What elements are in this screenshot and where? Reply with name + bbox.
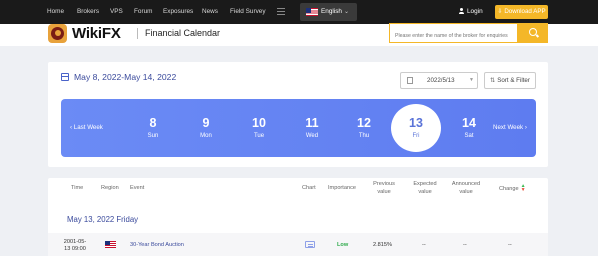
- day-mon[interactable]: 9 Mon: [189, 99, 223, 157]
- next-week-button[interactable]: Next Week ›: [493, 99, 527, 157]
- week-strip: ‹ Last Week 8 Sun 9 Mon 10 Tue 11 Wed 12…: [61, 99, 536, 157]
- us-flag-icon: [105, 241, 116, 248]
- day-number: 14: [462, 116, 476, 130]
- date-picker-value: 2022/5/13: [427, 77, 455, 84]
- day-of-week: Mon: [200, 133, 212, 139]
- header-previous: Previous value: [369, 180, 399, 196]
- nav-exposures[interactable]: Exposures: [163, 0, 193, 24]
- day-tue[interactable]: 10 Tue: [242, 99, 276, 157]
- nav-vps[interactable]: VPS: [110, 0, 123, 24]
- sort-filter-label: Sort & Filter: [497, 77, 530, 84]
- header-change[interactable]: Change ▲ ▼: [499, 184, 526, 193]
- day-of-week: Thu: [358, 133, 370, 139]
- events-table: Time Region Event Chart Importance Previ…: [48, 178, 548, 256]
- sort-arrows-icon: ▲ ▼: [520, 183, 526, 193]
- brand-bar: WikiFX Financial Calendar: [0, 23, 598, 46]
- header-change-label: Change: [499, 186, 519, 192]
- day-number: 9: [202, 116, 210, 130]
- calendar-card: May 8, 2022-May 14, 2022 2022/5/13 ▼ ⇅ So…: [48, 62, 548, 167]
- day-of-week: Fri: [412, 133, 420, 139]
- header-region: Region: [101, 185, 119, 191]
- nav-forum[interactable]: Forum: [134, 0, 152, 24]
- wikifx-logo-icon[interactable]: [48, 24, 67, 43]
- header-expected-line2: value: [418, 189, 432, 195]
- page-title: Financial Calendar: [145, 28, 221, 38]
- nav-news[interactable]: News: [202, 0, 218, 24]
- table-row[interactable]: 2001-05- 13 09:00 30-Year Bond Auction L…: [48, 233, 548, 256]
- header-announced-line1: Announced: [451, 181, 481, 187]
- chart-icon[interactable]: [305, 241, 315, 248]
- header-chart: Chart: [302, 185, 316, 191]
- sort-filter-button[interactable]: ⇅ Sort & Filter: [484, 72, 536, 89]
- change-value: --: [508, 242, 512, 248]
- chevron-down-icon: ⌄: [344, 9, 350, 15]
- expected-value: --: [422, 242, 426, 248]
- day-sat[interactable]: 14 Sat: [452, 99, 486, 157]
- nav-brokers[interactable]: Brokers: [77, 0, 99, 24]
- nav-field-survey[interactable]: Field Survey: [230, 0, 266, 24]
- header-previous-line2: value: [377, 189, 391, 195]
- search-button[interactable]: [518, 23, 548, 43]
- language-selector[interactable]: English ⌄: [300, 3, 357, 21]
- header-announced-line2: value: [459, 189, 473, 195]
- divider: [137, 28, 138, 39]
- day-number: 10: [252, 116, 266, 130]
- search-input[interactable]: [390, 27, 517, 45]
- chevron-down-icon: ▼: [469, 77, 474, 83]
- importance-badge: Low: [337, 242, 349, 248]
- nav-home[interactable]: Home: [47, 0, 64, 24]
- day-of-week: Wed: [305, 133, 319, 139]
- download-icon: ⇩: [497, 8, 503, 15]
- day-number: 11: [305, 116, 319, 130]
- previous-value: 2.815%: [373, 242, 392, 248]
- menu-icon[interactable]: [277, 8, 285, 15]
- header-previous-line1: Previous: [373, 181, 395, 187]
- header-announced: Announced value: [449, 180, 483, 196]
- wikifx-logo-text[interactable]: WikiFX: [72, 24, 121, 43]
- login-button[interactable]: Login: [459, 6, 483, 18]
- day-thu[interactable]: 12 Thu: [347, 99, 381, 157]
- day-number: 8: [149, 116, 157, 130]
- sort-icon: ⇅: [490, 77, 496, 84]
- download-label: Download APP: [504, 8, 546, 15]
- user-icon: [459, 8, 464, 14]
- header-expected-line1: Expected: [413, 181, 437, 187]
- row-time: 2001-05- 13 09:00: [56, 239, 94, 252]
- language-label: English: [321, 8, 342, 15]
- search-icon: [529, 28, 537, 36]
- top-navigation: Home Brokers VPS Forum Exposures News Fi…: [0, 0, 598, 24]
- last-week-button[interactable]: ‹ Last Week: [70, 99, 103, 157]
- calendar-icon: [61, 73, 69, 81]
- login-label: Login: [467, 8, 483, 15]
- us-flag-icon: [306, 8, 318, 16]
- event-link[interactable]: 30-Year Bond Auction: [130, 233, 184, 256]
- row-time-line2: 13 09:00: [64, 245, 86, 252]
- day-sun[interactable]: 8 Sun: [136, 99, 170, 157]
- day-of-week: Tue: [253, 133, 265, 139]
- date-range: May 8, 2022-May 14, 2022: [74, 72, 177, 82]
- day-of-week: Sun: [147, 133, 159, 139]
- download-app-button[interactable]: ⇩ Download APP: [495, 5, 548, 19]
- day-number: 13: [409, 116, 423, 130]
- header-importance: Importance: [328, 185, 356, 191]
- day-fri-selected[interactable]: 13 Fri: [391, 99, 441, 157]
- header-expected: Expected value: [410, 180, 440, 196]
- calendar-icon: [407, 77, 413, 84]
- announced-value: --: [463, 242, 467, 248]
- day-number: 12: [357, 116, 371, 130]
- day-of-week: Sat: [464, 133, 474, 139]
- broker-search-field[interactable]: [389, 23, 518, 45]
- header-time: Time: [71, 185, 84, 191]
- header-event: Event: [130, 185, 145, 191]
- day-wed[interactable]: 11 Wed: [295, 99, 329, 157]
- group-date-heading: May 13, 2022 Friday: [67, 215, 139, 224]
- date-picker[interactable]: 2022/5/13 ▼: [400, 72, 478, 89]
